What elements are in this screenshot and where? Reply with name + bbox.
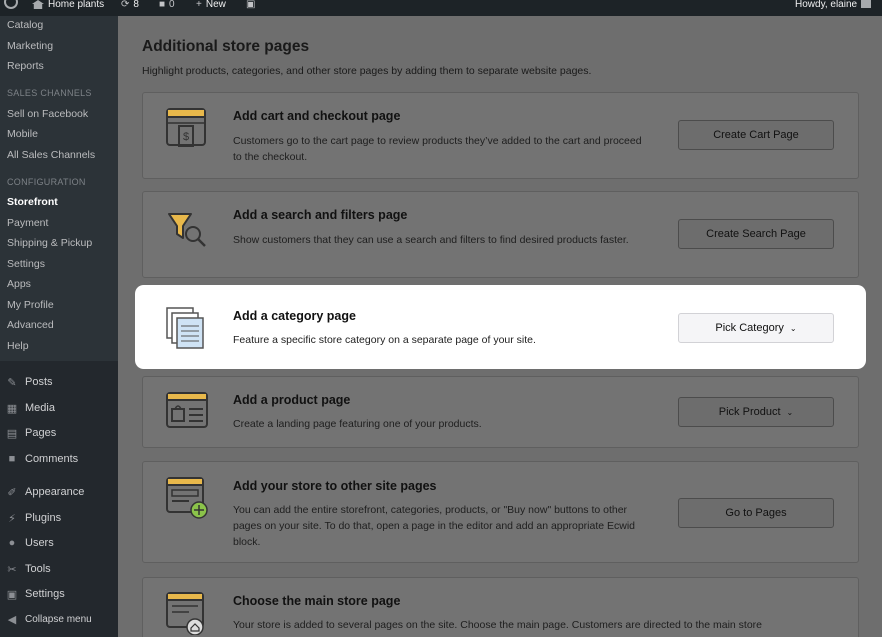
sidebar-item-settings-ecwid[interactable]: Settings xyxy=(7,258,45,270)
collapse-icon: ◀ xyxy=(7,613,17,626)
sidebar-item-apps[interactable]: Apps xyxy=(7,278,31,290)
wordpress-logo-icon[interactable] xyxy=(4,0,18,16)
sidebar-item-appearance[interactable]: ✐ Appearance xyxy=(5,486,84,499)
home-icon xyxy=(32,0,44,9)
site-name: Home plants xyxy=(48,0,105,10)
card-title: Add a product page xyxy=(233,393,351,407)
configuration-heading: CONFIGURATION xyxy=(7,177,86,187)
sidebar-item-reports[interactable]: Reports xyxy=(7,60,44,72)
new-label: New xyxy=(205,0,226,10)
sidebar-item-mobile[interactable]: Mobile xyxy=(7,128,38,140)
pick-category-button[interactable]: Pick Category ⌄ xyxy=(678,313,834,343)
sales-channels-heading: SALES CHANNELS xyxy=(7,88,92,98)
category-page-icon xyxy=(166,307,204,349)
create-search-page-button[interactable]: Create Search Page xyxy=(678,219,834,249)
sidebar-item-tools[interactable]: ✂ Tools xyxy=(5,563,50,576)
card-title: Add a search and filters page xyxy=(233,208,408,222)
avatar xyxy=(861,0,872,8)
updates-link[interactable]: ⟳ 8 xyxy=(121,0,139,16)
howdy-text: Howdy, elaine xyxy=(795,0,858,10)
sidebar-item-catalog[interactable]: Catalog xyxy=(7,19,43,31)
comments-link[interactable]: ■ 0 xyxy=(159,0,175,16)
media-icon: ▦ xyxy=(6,402,18,415)
card-description: You can add the entire storefront, categ… xyxy=(233,504,636,548)
add-page-icon xyxy=(166,477,208,519)
card-title: Add a category page xyxy=(233,309,356,323)
plus-icon: + xyxy=(196,0,202,10)
sidebar-item-help[interactable]: Help xyxy=(7,340,29,352)
page-title: Additional store pages xyxy=(142,38,310,55)
updates-count: 8 xyxy=(133,0,139,10)
collapse-menu-button[interactable]: ◀ Collapse menu xyxy=(5,613,92,626)
sidebar-item-shipping-pickup[interactable]: Shipping & Pickup xyxy=(7,237,92,249)
admin-sidebar: Catalog Marketing Reports SALES CHANNELS… xyxy=(0,16,118,637)
card-cart-checkout: $ Add cart and checkout page Customers g… xyxy=(142,92,859,179)
main-content: Additional store pages Highlight product… xyxy=(118,16,882,637)
card-description: Create a landing page featuring one of y… xyxy=(233,418,482,430)
card-main-store-page: Choose the main store page Your store is… xyxy=(142,577,859,637)
comments-count: 0 xyxy=(169,0,175,10)
cart-page-icon: $ xyxy=(166,108,206,147)
account-menu[interactable]: Howdy, elaine xyxy=(795,0,872,16)
card-description: Your store is added to several pages on … xyxy=(233,619,762,631)
card-title: Choose the main store page xyxy=(233,594,401,608)
admin-bar: Home plants ⟳ 8 ■ 0 + New ▣ Howdy, elain… xyxy=(0,0,882,16)
pin-icon: ✎ xyxy=(7,376,17,389)
sidebar-item-payment[interactable]: Payment xyxy=(7,217,48,229)
sidebar-item-comments[interactable]: ■ Comments xyxy=(5,453,79,465)
sidebar-item-sell-on-facebook[interactable]: Sell on Facebook xyxy=(7,108,88,120)
ecwid-icon[interactable]: ▣ xyxy=(246,0,255,16)
card-title: Add cart and checkout page xyxy=(233,109,401,123)
card-product-page: Add a product page Create a landing page… xyxy=(142,376,859,448)
settings-icon: ▣ xyxy=(6,588,18,601)
search-filter-icon xyxy=(168,213,206,247)
sidebar-item-users[interactable]: ● Users xyxy=(5,537,54,549)
new-content-link[interactable]: + New xyxy=(196,0,226,16)
sidebar-item-all-sales-channels[interactable]: All Sales Channels xyxy=(7,149,95,161)
wrench-icon: ✂ xyxy=(7,563,17,576)
button-label: Pick Category xyxy=(715,322,784,334)
sidebar-item-posts[interactable]: ✎ Posts xyxy=(5,376,52,389)
home-page-icon xyxy=(166,592,204,635)
button-label: Pick Product xyxy=(718,406,781,418)
svg-text:$: $ xyxy=(183,131,189,143)
card-description: Customers go to the cart page to review … xyxy=(233,135,642,163)
sidebar-item-settings[interactable]: ▣ Settings xyxy=(5,588,65,601)
chevron-down-icon: ⌄ xyxy=(786,407,794,417)
sidebar-item-marketing[interactable]: Marketing xyxy=(7,40,53,52)
product-page-icon xyxy=(166,392,208,428)
comment-icon: ■ xyxy=(8,453,16,465)
card-description: Show customers that they can use a searc… xyxy=(233,234,629,246)
sidebar-item-storefront[interactable]: Storefront xyxy=(7,196,58,208)
card-store-other-pages: Add your store to other site pages You c… xyxy=(142,461,859,563)
page-description: Highlight products, categories, and othe… xyxy=(142,65,592,77)
sidebar-item-media[interactable]: ▦ Media xyxy=(5,402,55,415)
create-cart-page-button[interactable]: Create Cart Page xyxy=(678,120,834,150)
sidebar-item-pages[interactable]: ▤ Pages xyxy=(5,427,56,440)
chevron-down-icon: ⌄ xyxy=(789,323,797,333)
sidebar-item-plugins[interactable]: ⚡ Plugins xyxy=(5,512,61,525)
pick-product-button[interactable]: Pick Product ⌄ xyxy=(678,397,834,427)
card-search-filters: Add a search and filters page Show custo… xyxy=(142,191,859,278)
plugin-icon: ⚡ xyxy=(8,512,16,525)
refresh-icon: ⟳ xyxy=(121,0,130,10)
card-title: Add your store to other site pages xyxy=(233,479,437,493)
comment-bubble-icon: ■ xyxy=(159,0,166,10)
sidebar-item-advanced[interactable]: Advanced xyxy=(7,319,54,331)
brush-icon: ✐ xyxy=(7,486,17,499)
go-to-pages-button[interactable]: Go to Pages xyxy=(678,498,834,528)
user-icon: ● xyxy=(8,537,16,549)
sidebar-item-my-profile[interactable]: My Profile xyxy=(7,299,54,311)
card-description: Feature a specific store category on a s… xyxy=(233,334,536,346)
site-name-link[interactable]: Home plants xyxy=(32,0,104,16)
card-category-page: Add a category page Feature a specific s… xyxy=(142,292,859,362)
pages-icon: ▤ xyxy=(6,427,18,440)
